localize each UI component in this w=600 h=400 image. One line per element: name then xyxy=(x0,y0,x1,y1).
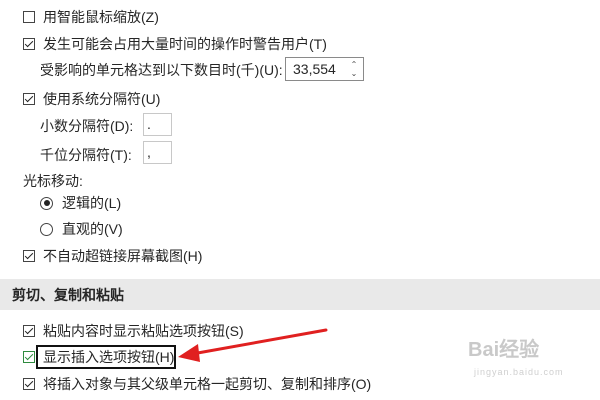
thousands-separator-field[interactable]: , xyxy=(143,141,172,164)
alert-time-consuming-option[interactable]: 发生可能会占用大量时间的操作时警告用户(T) xyxy=(23,34,327,54)
alert-time-consuming-checkbox[interactable] xyxy=(23,38,35,50)
show-paste-options-checkbox[interactable] xyxy=(23,325,35,337)
visual-radio-option[interactable]: 直观的(V) xyxy=(40,219,123,239)
decimal-separator-field[interactable]: . xyxy=(143,113,172,136)
cut-copy-sort-objects-label: 将插入对象与其父级单元格一起剪切、复制和排序(O) xyxy=(43,376,372,392)
cursor-movement-heading: 光标移动: xyxy=(23,171,83,191)
thousands-separator-label: 千位分隔符(T): xyxy=(40,147,132,163)
visual-radio[interactable] xyxy=(40,222,53,236)
decimal-separator-label: 小数分隔符(D): xyxy=(40,118,134,134)
smart-mouse-zoom-checkbox[interactable] xyxy=(23,11,35,23)
watermark-brand: Bai经验 xyxy=(468,339,540,361)
watermark-url: jingyan.baidu.com xyxy=(474,367,564,377)
smart-mouse-zoom-label: 用智能鼠标缩放(Z) xyxy=(43,9,159,25)
no-auto-hyperlink-checkbox[interactable] xyxy=(23,250,35,262)
alert-time-consuming-label: 发生可能会占用大量时间的操作时警告用户(T) xyxy=(43,36,327,52)
chevron-up-icon[interactable]: ⌃ xyxy=(351,60,358,69)
show-insert-options-checkbox[interactable] xyxy=(23,351,35,363)
cut-copy-paste-heading: 剪切、复制和粘贴 xyxy=(12,286,124,303)
decimal-separator-row: 小数分隔符(D): xyxy=(40,116,133,136)
cut-copy-paste-section-header: 剪切、复制和粘贴 xyxy=(0,279,600,310)
cursor-movement-label: 光标移动: xyxy=(23,173,83,189)
smart-mouse-zoom-option[interactable]: 用智能鼠标缩放(Z) xyxy=(23,7,159,27)
logical-radio-option[interactable]: 逻辑的(L) xyxy=(40,193,121,213)
chevron-down-icon[interactable]: ⌄ xyxy=(351,69,358,78)
cells-affected-spinner[interactable]: 33,554 ⌃ ⌄ xyxy=(285,57,364,81)
cut-copy-sort-objects-checkbox[interactable] xyxy=(23,378,35,390)
spinner-arrows[interactable]: ⌃ ⌄ xyxy=(347,60,361,78)
cells-affected-label: 受影响的单元格达到以下数目时(千)(U): xyxy=(40,62,283,78)
use-system-separators-label: 使用系统分隔符(U) xyxy=(43,91,161,107)
use-system-separators-checkbox[interactable] xyxy=(23,93,35,105)
red-arrow-icon xyxy=(178,328,328,362)
use-system-separators-option[interactable]: 使用系统分隔符(U) xyxy=(23,89,160,109)
thousands-separator-row: 千位分隔符(T): xyxy=(40,145,132,165)
visual-radio-label: 直观的(V) xyxy=(62,221,123,237)
no-auto-hyperlink-option[interactable]: 不自动超链接屏幕截图(H) xyxy=(23,246,202,266)
highlight-annotation-box xyxy=(36,345,176,369)
logical-radio[interactable] xyxy=(40,196,53,210)
baidu-jingyan-watermark: Bai经验 jingyan.baidu.com xyxy=(468,340,564,382)
logical-radio-label: 逻辑的(L) xyxy=(62,195,122,211)
cut-copy-sort-objects-option[interactable]: 将插入对象与其父级单元格一起剪切、复制和排序(O) xyxy=(23,374,371,394)
no-auto-hyperlink-label: 不自动超链接屏幕截图(H) xyxy=(43,248,203,264)
cells-affected-row: 受影响的单元格达到以下数目时(千)(U): xyxy=(40,60,283,80)
cells-affected-value[interactable]: 33,554 xyxy=(286,61,347,77)
